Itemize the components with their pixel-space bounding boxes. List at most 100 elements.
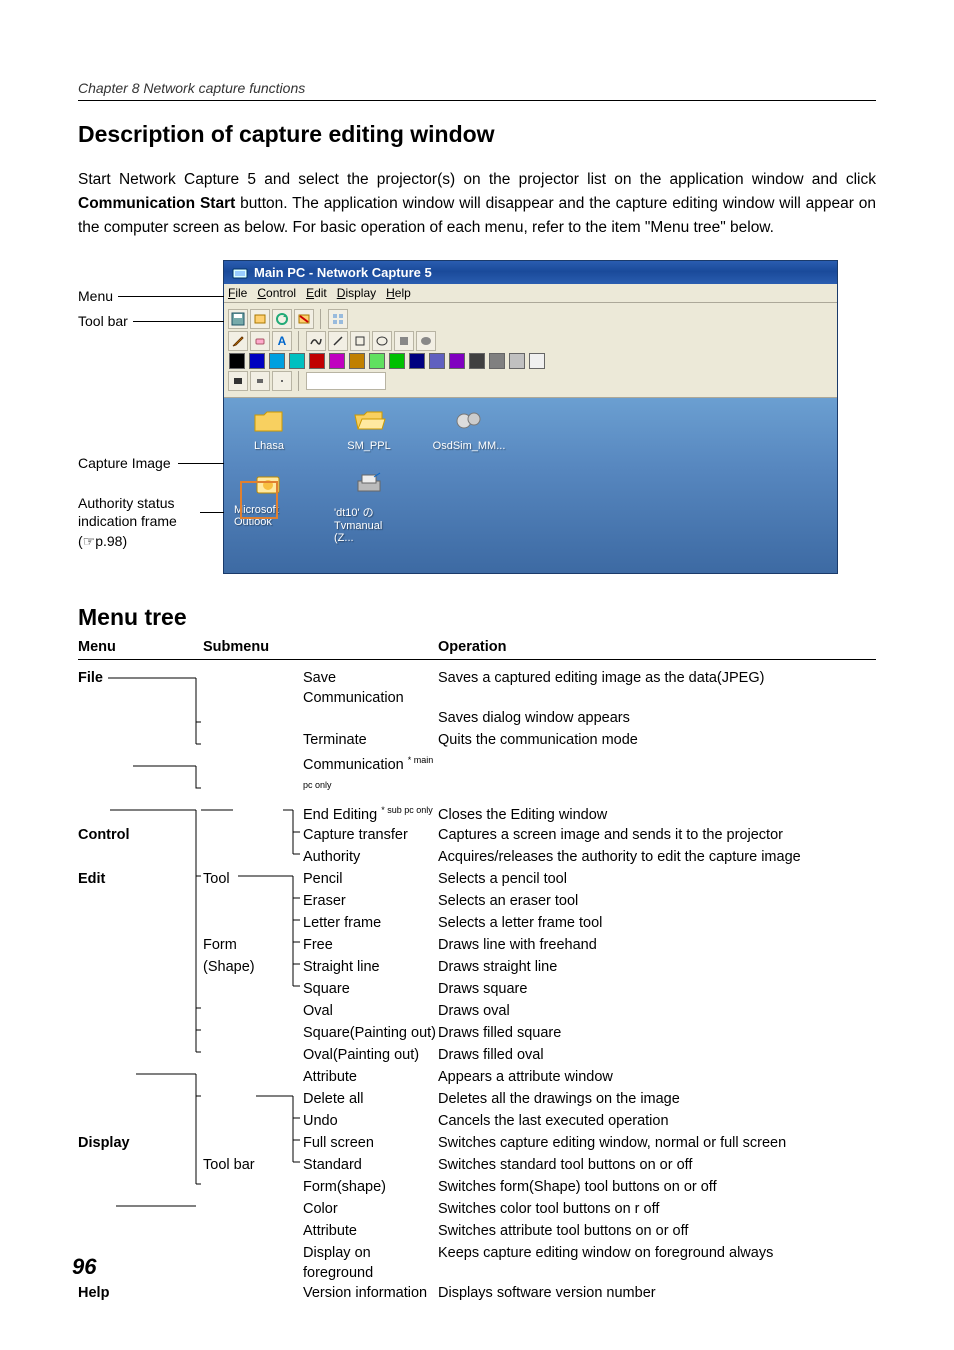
- tree-row: End Editing * sub pc onlyCloses the Edit…: [78, 800, 876, 825]
- color-swatch[interactable]: [409, 353, 425, 369]
- tree-row: Form(shape)Switches form(Shape) tool but…: [78, 1177, 876, 1199]
- color-swatch[interactable]: [289, 353, 305, 369]
- menu-file[interactable]: FFileile: [228, 286, 247, 300]
- tree-sub2-cell: Square: [303, 979, 438, 999]
- color-swatch[interactable]: [249, 353, 265, 369]
- straight-line-icon[interactable]: [328, 331, 348, 351]
- tree-operation-cell: Saves a captured editing image as the da…: [438, 668, 876, 688]
- tree-operation-cell: Switches color tool buttons on r off: [438, 1199, 876, 1219]
- refresh-icon[interactable]: [272, 309, 292, 329]
- grid-icon[interactable]: [328, 309, 348, 329]
- tree-menu-cell: Control: [78, 825, 203, 845]
- pencil-icon[interactable]: [228, 331, 248, 351]
- app-window: Main PC - Network Capture 5 FFileile Con…: [223, 260, 838, 574]
- free-line-icon[interactable]: [306, 331, 326, 351]
- tree-row: Oval(Painting out)Draws filled oval: [78, 1045, 876, 1067]
- filled-square-icon[interactable]: [394, 331, 414, 351]
- tree-operation-cell: Draws oval: [438, 1001, 876, 1021]
- tree-row: HelpVersion informationDisplays software…: [78, 1283, 876, 1305]
- tree-sub2-cell: Form(shape): [303, 1177, 438, 1197]
- line-thick-icon[interactable]: [228, 371, 248, 391]
- tree-row: SquareDraws square: [78, 979, 876, 1001]
- color-swatch[interactable]: [489, 353, 505, 369]
- tree-operation-cell: Draws straight line: [438, 957, 876, 977]
- capture-icon[interactable]: [250, 309, 270, 329]
- desktop-icon[interactable]: Lhasa: [234, 406, 304, 452]
- oval-icon[interactable]: [372, 331, 392, 351]
- stop-icon[interactable]: [294, 309, 314, 329]
- printer-icon: [352, 470, 386, 500]
- color-swatch[interactable]: [469, 353, 485, 369]
- letter-frame-icon[interactable]: A: [272, 331, 292, 351]
- tree-operation-cell: Quits the communication mode: [438, 730, 876, 750]
- toolbar-tools: A: [228, 331, 833, 351]
- tree-operation-cell: Draws line with freehand: [438, 935, 876, 955]
- col-header-submenu: Submenu: [203, 639, 438, 655]
- tree-body: FileSave CommunicationSaves a captured e…: [78, 668, 876, 1304]
- tree-operation-cell: Selects a letter frame tool: [438, 913, 876, 933]
- intro-pre: Start Network Capture 5 and select the p…: [78, 171, 876, 188]
- intro-paragraph: Start Network Capture 5 and select the p…: [78, 168, 876, 240]
- window-titlebar: Main PC - Network Capture 5: [224, 261, 837, 284]
- label-auth2: indication frame: [78, 513, 177, 529]
- opacity-slider[interactable]: [306, 372, 386, 390]
- tree-sub2-cell: End Editing * sub pc only: [303, 800, 438, 825]
- tree-operation-cell: Acquires/releases the authority to edit …: [438, 847, 876, 867]
- tree-row: Delete allDeletes all the drawings on th…: [78, 1089, 876, 1111]
- toolbar: A: [224, 303, 837, 398]
- menu-help[interactable]: Help: [386, 286, 411, 300]
- color-swatch[interactable]: [429, 353, 445, 369]
- tree-sub2-cell: Display on foreground: [303, 1243, 438, 1283]
- tree-sub2-cell: Full screen: [303, 1133, 438, 1153]
- color-swatch[interactable]: [529, 353, 545, 369]
- tree-header-row: Menu Submenu Operation: [78, 639, 876, 660]
- eraser-icon[interactable]: [250, 331, 270, 351]
- label-auth1: Authority status: [78, 495, 175, 511]
- square-icon[interactable]: [350, 331, 370, 351]
- tree-operation-cell: Saves dialog window appears: [438, 708, 876, 728]
- tree-row: Letter frameSelects a letter frame tool: [78, 913, 876, 935]
- col-header-menu: Menu: [78, 639, 203, 655]
- menu-edit[interactable]: Edit: [306, 286, 327, 300]
- desktop-icon[interactable]: OsdSim_MM...: [434, 406, 504, 452]
- tree-sub1-cell: Tool bar: [203, 1155, 303, 1175]
- tree-sub2-cell: Undo: [303, 1111, 438, 1131]
- desktop-icon[interactable]: 'dt10' の Tvmanual (Z...: [334, 470, 404, 544]
- app-icon: [232, 266, 248, 280]
- tree-sub2-cell: Oval: [303, 1001, 438, 1021]
- color-swatch[interactable]: [269, 353, 285, 369]
- color-swatch[interactable]: [329, 353, 345, 369]
- menu-control[interactable]: Control: [257, 286, 296, 300]
- tree-sub2-cell: Authority: [303, 847, 438, 867]
- color-swatch[interactable]: [389, 353, 405, 369]
- tree-sub1-cell: (Shape): [203, 957, 303, 977]
- section-title-1: Description of capture editing window: [78, 121, 876, 148]
- menu-display[interactable]: Display: [337, 286, 376, 300]
- tree-operation-cell: Keeps capture editing window on foregrou…: [438, 1243, 876, 1263]
- menubar[interactable]: FFileile Control Edit Display Help: [224, 284, 837, 303]
- tree-operation-cell: Selects an eraser tool: [438, 891, 876, 911]
- filled-oval-icon[interactable]: [416, 331, 436, 351]
- line-med-icon[interactable]: [250, 371, 270, 391]
- label-capture: Capture Image: [78, 455, 171, 471]
- color-swatch[interactable]: [449, 353, 465, 369]
- tree-menu-cell: File: [78, 668, 203, 688]
- save-icon[interactable]: [228, 309, 248, 329]
- color-swatch[interactable]: [349, 353, 365, 369]
- tree-sub2-cell: Color: [303, 1199, 438, 1219]
- tree-row: EditToolPencilSelects a pencil tool: [78, 869, 876, 891]
- window-title: Main PC - Network Capture 5: [254, 265, 432, 280]
- tree-operation-cell: Switches attribute tool buttons on or of…: [438, 1221, 876, 1241]
- tree-operation-cell: Switches standard tool buttons on or off: [438, 1155, 876, 1175]
- tree-operation-cell: Switches capture editing window, normal …: [438, 1133, 876, 1153]
- desktop-icon[interactable]: SM_PPL: [334, 406, 404, 452]
- color-swatch[interactable]: [309, 353, 325, 369]
- tree-menu-cell: Display: [78, 1133, 203, 1153]
- tree-sub2-cell: Straight line: [303, 957, 438, 977]
- line-thin-icon[interactable]: [272, 371, 292, 391]
- color-swatch[interactable]: [369, 353, 385, 369]
- color-swatch[interactable]: [509, 353, 525, 369]
- tree-row: AttributeAppears a attribute window: [78, 1067, 876, 1089]
- color-swatch[interactable]: [229, 353, 245, 369]
- folder-icon: [252, 406, 286, 436]
